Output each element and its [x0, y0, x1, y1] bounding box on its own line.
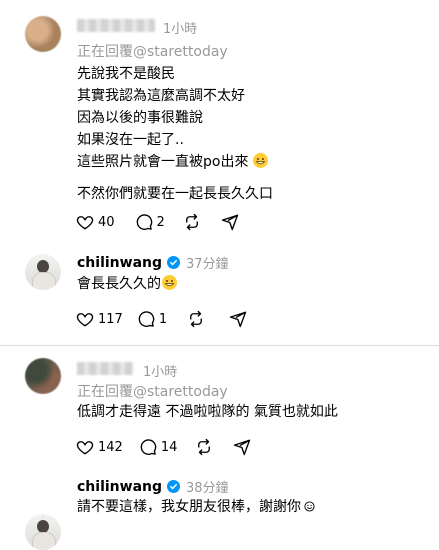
- comment-line: 如果沒在一起了..: [77, 132, 184, 148]
- share-button[interactable]: [229, 310, 247, 328]
- username-redacted[interactable]: [77, 19, 155, 32]
- grin-emoji-icon: [162, 275, 177, 290]
- repost-icon: [198, 438, 211, 456]
- share-send-icon: [221, 214, 239, 231]
- verified-badge-icon: [167, 480, 180, 493]
- share-button[interactable]: [233, 438, 251, 456]
- comment-button[interactable]: 1: [137, 310, 167, 328]
- timestamp: 1小時: [143, 365, 178, 380]
- comment-line: 因為以後的事很難說: [77, 110, 203, 126]
- like-count: 117: [98, 311, 123, 327]
- comment-line: 不然你們就要在一起長長久久口: [77, 186, 273, 202]
- comment-body: 會長長久久的: [77, 273, 177, 295]
- avatar[interactable]: [25, 16, 61, 52]
- action-bar: 40 2: [76, 213, 239, 231]
- comment-button[interactable]: 2: [135, 213, 165, 231]
- verified-badge-icon: [167, 256, 180, 269]
- comment-line: 其實我認為這麼高調不太好: [77, 88, 245, 104]
- comment-bubble-icon: [136, 214, 152, 230]
- heart-icon: [76, 441, 94, 455]
- reply-to-link[interactable]: @starettoday: [133, 384, 228, 400]
- like-button[interactable]: 40: [76, 213, 115, 231]
- comment-header: chilinwang 38分鐘: [77, 477, 229, 497]
- comment-bubble-icon: [140, 439, 157, 455]
- comment-line: 這些照片就會一直被po出來: [77, 151, 273, 173]
- repost-button[interactable]: [187, 310, 205, 328]
- comment-header: chilinwang 37分鐘: [77, 253, 229, 273]
- like-count: 142: [98, 439, 123, 455]
- comment-line: 先說我不是酸民: [77, 66, 175, 82]
- username[interactable]: chilinwang: [77, 255, 162, 271]
- share-send-icon: [229, 311, 247, 328]
- reply-context: 正在回覆@starettoday: [77, 381, 228, 401]
- reply-prefix: 正在回覆: [77, 384, 133, 400]
- timestamp: 38分鐘: [186, 481, 229, 496]
- smile-icon: [304, 497, 315, 519]
- repost-icon: [190, 310, 203, 328]
- reply-count: 1: [158, 311, 168, 327]
- timestamp: 37分鐘: [186, 257, 229, 272]
- like-button[interactable]: 142: [76, 438, 123, 456]
- share-button[interactable]: [221, 213, 239, 231]
- action-bar: 142 14: [76, 438, 251, 456]
- grin-emoji-icon: [252, 153, 268, 168]
- avatar[interactable]: [25, 254, 61, 290]
- avatar[interactable]: [25, 358, 61, 394]
- reply-prefix: 正在回覆: [77, 44, 133, 60]
- share-send-icon: [234, 439, 251, 456]
- comment-button[interactable]: 14: [139, 438, 178, 456]
- repost-button[interactable]: [195, 438, 213, 456]
- reply-count: 2: [156, 214, 165, 230]
- reply-to-link[interactable]: @starettoday: [133, 44, 228, 60]
- comment-body: 請不要這樣，我女朋友很棒，謝謝你: [77, 496, 315, 519]
- comment-body: 低調才走得遠 不過啦啦隊的 氣質也就如此: [77, 404, 338, 420]
- username[interactable]: chilinwang: [77, 479, 162, 495]
- like-count: 40: [98, 214, 115, 230]
- reply-count: 14: [160, 439, 178, 455]
- avatar[interactable]: [25, 514, 61, 550]
- heart-icon: [76, 313, 94, 327]
- heart-icon: [76, 216, 94, 230]
- repost-button[interactable]: [183, 213, 201, 231]
- like-button[interactable]: 117: [76, 310, 123, 328]
- comment-body: 先說我不是酸民 其實我認為這麼高調不太好 因為以後的事很難說 如果沒在一起了..…: [77, 63, 273, 205]
- divider: [0, 345, 439, 346]
- repost-icon: [185, 213, 198, 231]
- username-redacted[interactable]: [77, 362, 133, 375]
- action-bar: 117 1: [76, 310, 247, 328]
- reply-context: 正在回覆@starettoday: [77, 41, 228, 61]
- timestamp: 1小時: [163, 22, 198, 37]
- comment-bubble-icon: [138, 311, 155, 327]
